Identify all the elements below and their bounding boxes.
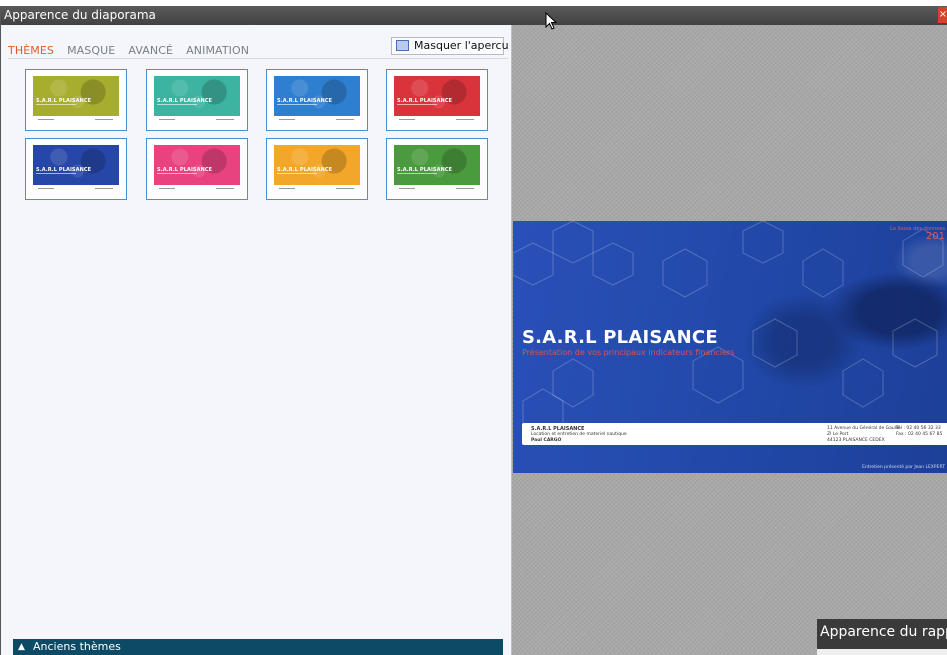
info-fax: Fax : 02 40 45 67 85 (896, 432, 943, 437)
info-address-line-2: ZI Le Port (827, 432, 849, 437)
slide-header-right: La liasse des donnees 201 (890, 226, 945, 242)
slide-subtitle: Présentation de vos principaux indicateu… (522, 348, 735, 357)
theme-slide-preview: S.A.R.L PLAISANCE (33, 76, 119, 125)
theme-subtitle-line (157, 104, 197, 105)
theme-thumbnail[interactable]: S.A.R.L PLAISANCE (25, 69, 127, 131)
mouse-pointer-icon (545, 12, 557, 30)
report-window-body (817, 649, 947, 655)
tab-themes[interactable]: THÈMES (8, 44, 54, 57)
theme-slide-preview: S.A.R.L PLAISANCE (394, 76, 480, 125)
theme-subtitle-line (397, 104, 437, 105)
theme-thumbnail[interactable]: S.A.R.L PLAISANCE (266, 69, 368, 131)
theme-footer (276, 117, 358, 122)
theme-pattern (154, 76, 240, 116)
tab-animation[interactable]: ANIMATION (186, 44, 249, 57)
theme-subtitle-line (397, 173, 437, 174)
theme-subtitle-line (277, 104, 317, 105)
slide-footer-credit: Entretien présenté par Jean LEXPERT (862, 465, 945, 470)
preview-area: La liasse des donnees 201 S.A.R.L PLAISA… (512, 25, 947, 655)
tab-mask[interactable]: MASQUE (67, 44, 115, 57)
info-phone: Tél : 02 40 56 32 33 (896, 426, 941, 431)
info-description: Location et entretien de materiel nautiq… (531, 432, 627, 437)
title-bar[interactable]: Apparence du diaporama × (1, 6, 947, 25)
theme-slide-preview: S.A.R.L PLAISANCE (274, 76, 360, 125)
hide-preview-button[interactable]: Masquer l'apercu (391, 37, 509, 55)
window-title: Apparence du diaporama (4, 8, 156, 22)
theme-slide-preview: S.A.R.L PLAISANCE (274, 145, 360, 194)
triangle-up-icon: ▲ (18, 642, 25, 652)
theme-subtitle-line (277, 173, 317, 174)
report-window-title: Apparence du rapp (820, 624, 947, 640)
theme-footer (396, 186, 478, 191)
theme-footer (156, 117, 238, 122)
info-address-line-3: 44123 PLAISANCE CEDEX (827, 438, 885, 443)
theme-footer (35, 117, 117, 122)
theme-footer (276, 186, 358, 191)
slide-info-card: S.A.R.L PLAISANCE Location et entretien … (522, 423, 947, 445)
theme-thumbnail[interactable]: S.A.R.L PLAISANCE (386, 69, 488, 131)
theme-footer (156, 186, 238, 191)
info-contact: Paul CARGO (531, 438, 562, 443)
screen-icon (396, 40, 409, 51)
theme-slide-preview: S.A.R.L PLAISANCE (33, 145, 119, 194)
tab-bar: THÈMES MASQUE AVANCÉ ANIMATION (8, 39, 257, 57)
settings-panel: THÈMES MASQUE AVANCÉ ANIMATION Masquer l… (1, 25, 512, 655)
theme-footer (35, 186, 117, 191)
slideshow-appearance-window: Apparence du diaporama × THÈMES MASQUE A… (0, 6, 947, 655)
theme-pattern (394, 76, 480, 116)
report-appearance-window[interactable]: Apparence du rapp (817, 619, 947, 655)
theme-footer (396, 117, 478, 122)
slide-preview: La liasse des donnees 201 S.A.R.L PLAISA… (513, 221, 947, 473)
theme-pattern (33, 76, 119, 116)
theme-thumbnail[interactable]: S.A.R.L PLAISANCE (386, 138, 488, 200)
theme-thumbnail[interactable]: S.A.R.L PLAISANCE (25, 138, 127, 200)
theme-pattern (394, 145, 480, 185)
theme-pattern (274, 145, 360, 185)
theme-subtitle-line (157, 173, 197, 174)
theme-thumbnail[interactable]: S.A.R.L PLAISANCE (266, 138, 368, 200)
theme-thumbnail[interactable]: S.A.R.L PLAISANCE (146, 69, 248, 131)
theme-pattern (154, 145, 240, 185)
theme-thumbnail[interactable]: S.A.R.L PLAISANCE (146, 138, 248, 200)
theme-pattern (274, 76, 360, 116)
hide-preview-label: Masquer l'apercu (414, 39, 509, 52)
theme-slide-preview: S.A.R.L PLAISANCE (394, 145, 480, 194)
tab-advanced[interactable]: AVANCÉ (128, 44, 173, 57)
theme-slide-preview: S.A.R.L PLAISANCE (154, 76, 240, 125)
theme-subtitle-line (36, 173, 76, 174)
tab-divider (8, 58, 508, 59)
old-themes-label: Anciens thèmes (33, 640, 121, 653)
slide-company-name: S.A.R.L PLAISANCE (522, 327, 718, 348)
theme-pattern (33, 145, 119, 185)
info-address-line-1: 11 Avenue du Général de Gaulle (827, 426, 901, 431)
slide-header-year: 201 (925, 231, 945, 242)
theme-subtitle-line (36, 104, 76, 105)
close-button[interactable]: × (938, 7, 947, 23)
old-themes-toggle[interactable]: ▲ Anciens thèmes (13, 639, 503, 655)
theme-slide-preview: S.A.R.L PLAISANCE (154, 145, 240, 194)
